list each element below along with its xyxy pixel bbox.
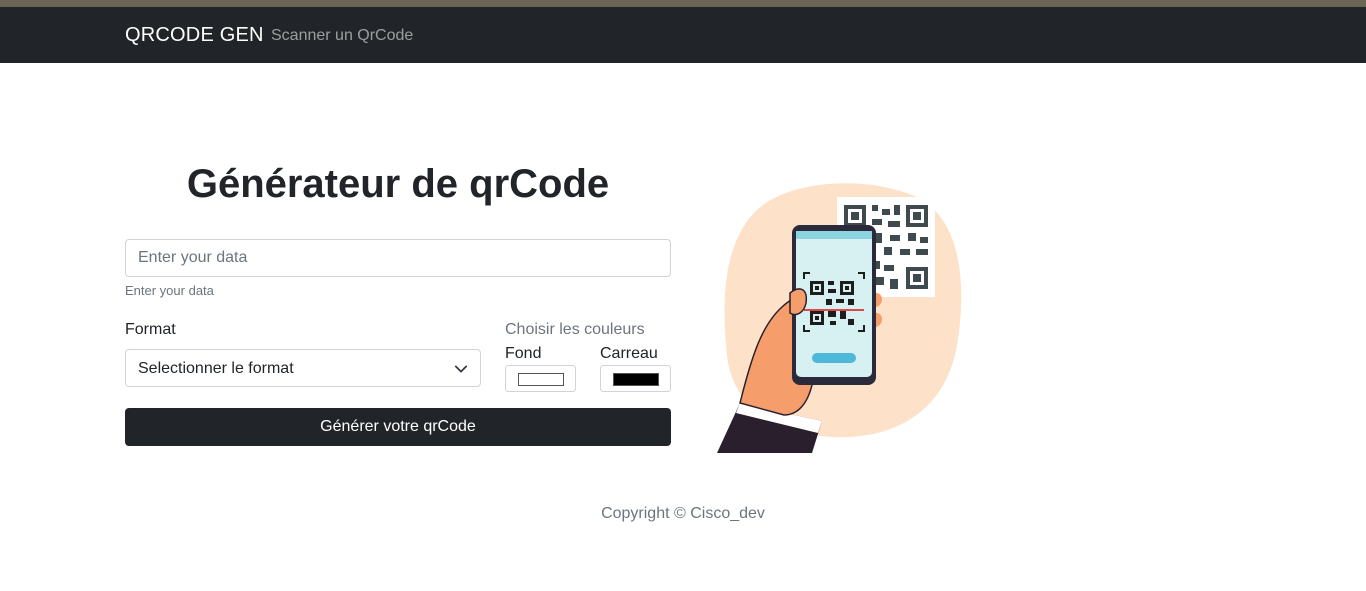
page-title: Générateur de qrCode [186,162,610,206]
foreground-color-label: Carreau [600,345,658,362]
qr-scan-illustration [717,183,962,453]
data-input-help: Enter your data [125,283,214,298]
foreground-color-picker[interactable] [600,365,671,392]
foreground-color-swatch [613,373,659,386]
generate-button[interactable]: Générer votre qrCode [125,408,671,446]
format-select[interactable]: Selectionner le format [125,349,481,387]
brand-link[interactable]: QRCODE GEN [125,24,264,47]
navbar: QRCODE GEN Scanner un QrCode [0,7,1366,63]
data-input[interactable] [125,239,671,277]
background-color-picker[interactable] [505,365,576,392]
background-color-label: Fond [505,345,542,362]
format-select-value: Selectionner le format [138,360,294,377]
nav-link-scanner[interactable]: Scanner un QrCode [271,27,413,45]
copyright-footer: Copyright © Cisco_dev [601,505,765,522]
window-top-strip [0,0,1366,7]
background-color-swatch [518,373,564,386]
format-label: Format [125,321,176,338]
colors-label: Choisir les couleurs [505,321,645,338]
chevron-down-icon [454,365,468,373]
